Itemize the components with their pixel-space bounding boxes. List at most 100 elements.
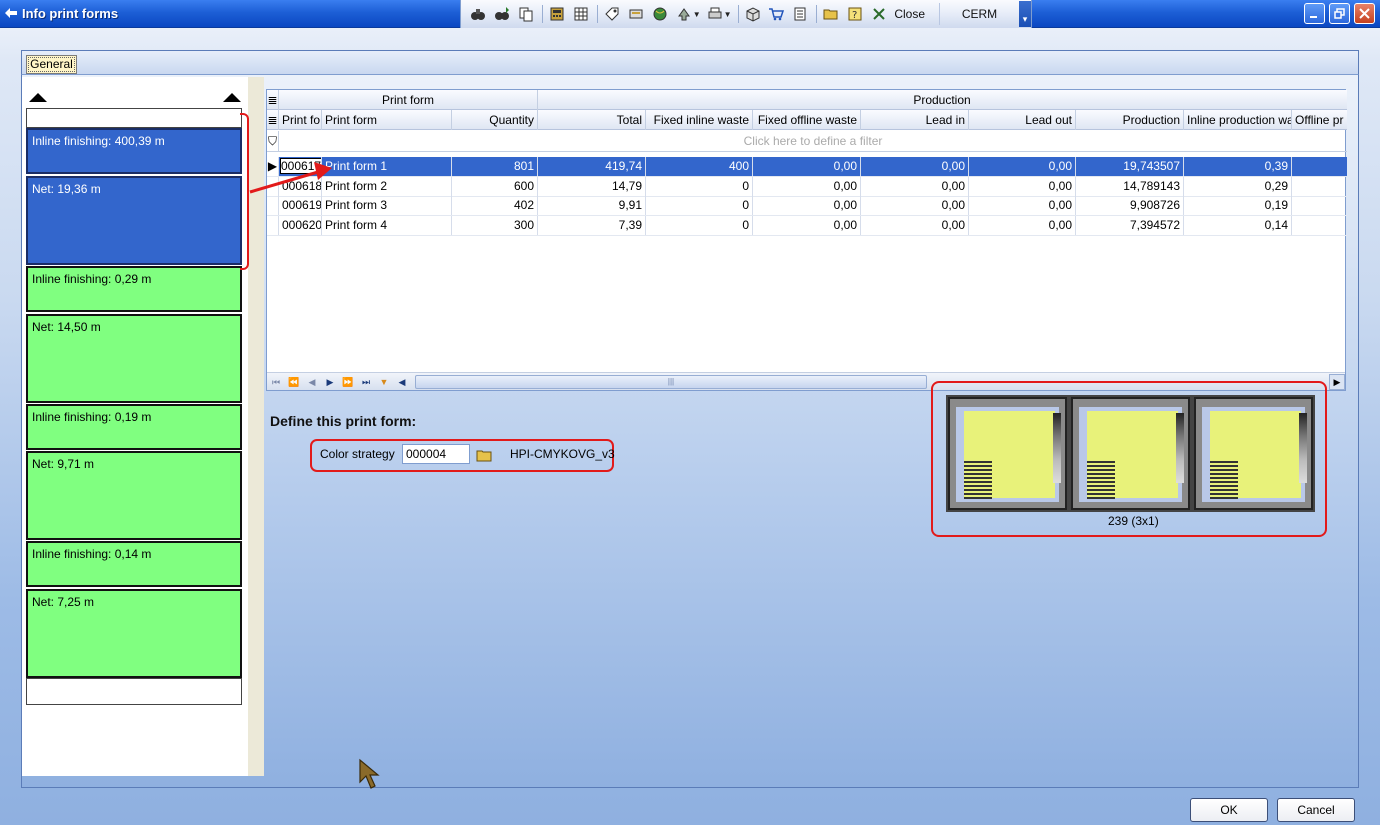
- horizontal-scrollbar-thumb[interactable]: |||: [415, 375, 927, 389]
- lead-in-cell[interactable]: 0,00: [861, 196, 969, 215]
- filter-icon[interactable]: ⛉: [267, 131, 279, 151]
- offline-cell[interactable]: [1292, 196, 1345, 215]
- lead-out-cell[interactable]: 0,00: [969, 177, 1076, 196]
- print-form-name-cell[interactable]: Print form 3: [322, 196, 452, 215]
- find-next-icon[interactable]: [491, 4, 513, 24]
- tab-general[interactable]: General: [26, 55, 77, 74]
- tag-icon[interactable]: [601, 4, 623, 24]
- folder-icon[interactable]: [476, 448, 492, 462]
- production-cell[interactable]: 19,743507: [1076, 157, 1184, 176]
- table-row[interactable]: 000620 Print form 4 300 7,39 0 0,00 0,00…: [267, 216, 1347, 236]
- cerm-label[interactable]: CERM: [939, 3, 1019, 25]
- offline-cell[interactable]: [1292, 216, 1345, 235]
- production-cell[interactable]: 9,908726: [1076, 196, 1184, 215]
- quantity-cell[interactable]: 300: [452, 216, 538, 235]
- cancel-button[interactable]: Cancel: [1277, 798, 1355, 822]
- book-icon[interactable]: [789, 4, 811, 24]
- print-form-name-cell[interactable]: Print form 4: [322, 216, 452, 235]
- fixed-offline-cell[interactable]: 0,00: [753, 157, 861, 176]
- segment-1-net[interactable]: Net: 19,36 m: [26, 176, 242, 265]
- globe-icon[interactable]: [649, 4, 671, 24]
- open-folder-icon[interactable]: [820, 4, 842, 24]
- next-record-icon[interactable]: ▶: [321, 374, 339, 390]
- print-form-id-cell[interactable]: 000617: [280, 158, 321, 174]
- segment-3-net[interactable]: Net: 9,71 m: [26, 451, 242, 540]
- production-cell[interactable]: 7,394572: [1076, 216, 1184, 235]
- fixed-inline-cell[interactable]: 0: [646, 196, 753, 215]
- print-form-id-cell[interactable]: 000619: [279, 196, 322, 215]
- fixed-inline-cell[interactable]: 400: [646, 157, 753, 176]
- panel-splitter[interactable]: [248, 77, 264, 776]
- scroll-up-left-icon[interactable]: [29, 93, 47, 102]
- scroll-left-icon[interactable]: ◀: [393, 374, 411, 390]
- segment-2-net[interactable]: Net: 14,50 m: [26, 314, 242, 403]
- segment-3-inline[interactable]: Inline finishing: 0,19 m: [26, 404, 242, 450]
- column-chooser-icon[interactable]: ≣: [267, 90, 279, 110]
- inline-prod-cell[interactable]: 0,29: [1184, 177, 1292, 196]
- inline-prod-cell[interactable]: 0,39: [1184, 157, 1292, 176]
- copy-icon[interactable]: [515, 4, 537, 24]
- print-form-preview[interactable]: [946, 395, 1315, 512]
- restore-button[interactable]: [1329, 3, 1350, 24]
- col-fixed-offline-waste[interactable]: Fixed offline waste: [753, 110, 861, 130]
- box-icon[interactable]: [742, 4, 764, 24]
- last-page-icon[interactable]: ⏭: [357, 374, 375, 390]
- lead-in-cell[interactable]: 0,00: [861, 177, 969, 196]
- quantity-cell[interactable]: 801: [452, 157, 538, 176]
- print-form-id-cell[interactable]: 000620: [279, 216, 322, 235]
- col-print-form[interactable]: Print form: [322, 110, 452, 130]
- filter-funnel-icon[interactable]: ▼: [375, 374, 393, 390]
- print-form-name-cell[interactable]: Print form 1: [322, 157, 452, 176]
- segment-2-inline[interactable]: Inline finishing: 0,29 m: [26, 266, 242, 312]
- col-inline-production-waste[interactable]: Inline production wa: [1184, 110, 1292, 130]
- col-offline-production[interactable]: Offline pr: [1292, 110, 1345, 130]
- inline-prod-cell[interactable]: 0,19: [1184, 196, 1292, 215]
- lead-out-cell[interactable]: 0,00: [969, 216, 1076, 235]
- fixed-inline-cell[interactable]: 0: [646, 177, 753, 196]
- lead-in-cell[interactable]: 0,00: [861, 157, 969, 176]
- total-cell[interactable]: 419,74: [538, 157, 646, 176]
- table-row[interactable]: 000619 Print form 3 402 9,91 0 0,00 0,00…: [267, 196, 1347, 216]
- export-icon[interactable]: [673, 4, 695, 24]
- close-button[interactable]: Close: [894, 7, 925, 21]
- segment-1-inline[interactable]: Inline finishing: 400,39 m: [26, 128, 242, 174]
- chevron-down-icon[interactable]: ▼: [724, 10, 732, 19]
- print-form-name-cell[interactable]: Print form 2: [322, 177, 452, 196]
- fixed-offline-cell[interactable]: 0,00: [753, 216, 861, 235]
- col-print-form-id[interactable]: Print fo: [279, 110, 322, 130]
- scroll-up-right-icon[interactable]: [223, 93, 241, 102]
- next-page-icon[interactable]: ⏩: [339, 374, 357, 390]
- table-row[interactable]: 000618 Print form 2 600 14,79 0 0,00 0,0…: [267, 177, 1347, 197]
- total-cell[interactable]: 14,79: [538, 177, 646, 196]
- color-strategy-input[interactable]: [402, 444, 470, 464]
- close-window-button[interactable]: [1354, 3, 1375, 24]
- prev-page-icon[interactable]: ⏪: [285, 374, 303, 390]
- help-icon[interactable]: ?: [844, 4, 866, 24]
- lead-out-cell[interactable]: 0,00: [969, 196, 1076, 215]
- col-lead-out[interactable]: Lead out: [969, 110, 1076, 130]
- col-fixed-inline-waste[interactable]: Fixed inline waste: [646, 110, 753, 130]
- total-cell[interactable]: 7,39: [538, 216, 646, 235]
- column-chooser-icon[interactable]: ≣: [267, 110, 279, 130]
- lead-in-cell[interactable]: 0,00: [861, 216, 969, 235]
- production-cell[interactable]: 14,789143: [1076, 177, 1184, 196]
- cart-icon[interactable]: [766, 4, 788, 24]
- col-quantity[interactable]: Quantity: [452, 110, 538, 130]
- print-icon[interactable]: [704, 4, 726, 24]
- chevron-down-icon[interactable]: ▼: [693, 10, 701, 19]
- close-icon[interactable]: [868, 4, 890, 24]
- offline-cell[interactable]: [1292, 177, 1345, 196]
- fixed-offline-cell[interactable]: 0,00: [753, 196, 861, 215]
- toolbar-options-icon[interactable]: ▾: [1019, 1, 1031, 27]
- print-form-id-cell[interactable]: 000618: [279, 177, 322, 196]
- quantity-cell[interactable]: 402: [452, 196, 538, 215]
- binoculars-icon[interactable]: [467, 4, 489, 24]
- col-production[interactable]: Production: [1076, 110, 1184, 130]
- scroll-right-icon[interactable]: ▶: [1329, 374, 1345, 390]
- total-cell[interactable]: 9,91: [538, 196, 646, 215]
- scanner-icon[interactable]: [625, 4, 647, 24]
- quantity-cell[interactable]: 600: [452, 177, 538, 196]
- grid-icon[interactable]: [570, 4, 592, 24]
- prev-record-icon[interactable]: ◀: [303, 374, 321, 390]
- first-page-icon[interactable]: ⏮: [267, 374, 285, 390]
